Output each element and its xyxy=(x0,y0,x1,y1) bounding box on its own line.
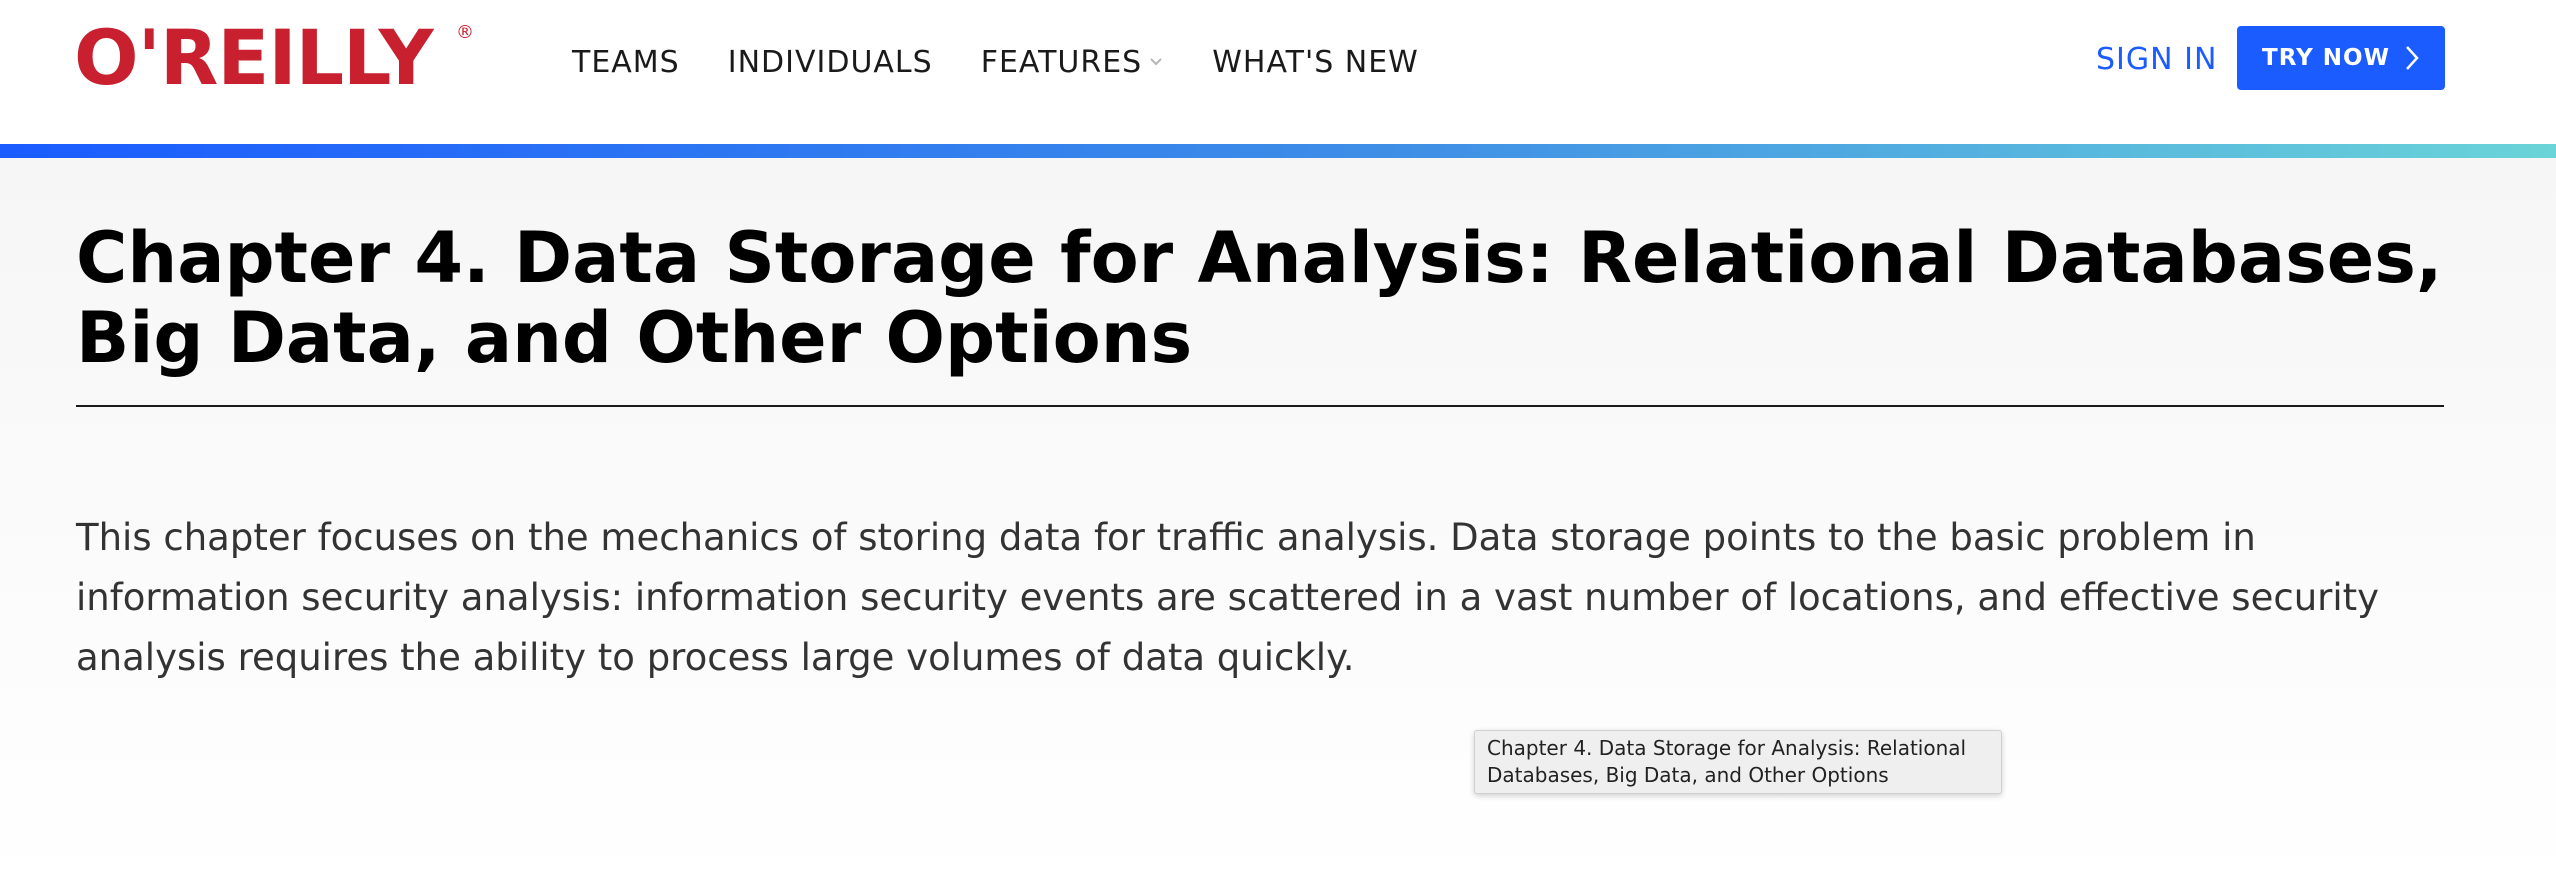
try-now-button[interactable]: TRY NOW xyxy=(2237,26,2445,90)
main-nav: TEAMS INDIVIDUALS FEATURES WHAT'S NEW xyxy=(572,40,1467,84)
title-tooltip: Chapter 4. Data Storage for Analysis: Re… xyxy=(1474,730,2002,794)
nav-item-whats-new[interactable]: WHAT'S NEW xyxy=(1212,45,1419,80)
intro-paragraph: This chapter focuses on the mechanics of… xyxy=(76,516,2380,679)
nav-item-features[interactable]: FEATURES xyxy=(981,45,1165,80)
nav-item-teams[interactable]: TEAMS xyxy=(572,45,680,80)
registered-mark: ® xyxy=(456,22,474,43)
nav-item-individuals[interactable]: INDIVIDUALS xyxy=(728,45,933,80)
site-header: O'REILLY ® TEAMS INDIVIDUALS FEATURES WH… xyxy=(0,0,2556,144)
try-now-label: TRY NOW xyxy=(2262,45,2390,71)
header-accent-bar xyxy=(0,144,2556,158)
nav-item-label: FEATURES xyxy=(980,44,1143,80)
chevron-down-icon xyxy=(1148,54,1164,70)
nav-item-label: WHAT'S NEW xyxy=(1212,44,1419,80)
chapter-title: Chapter 4. Data Storage for Analysis: Re… xyxy=(76,217,2443,379)
nav-item-label: TEAMS xyxy=(572,44,680,80)
oreilly-logo[interactable]: O'REILLY xyxy=(74,14,434,102)
chevron-right-icon xyxy=(2404,45,2420,71)
nav-item-label: INDIVIDUALS xyxy=(727,44,933,80)
title-divider xyxy=(76,405,2444,407)
sign-in-link[interactable]: SIGN IN xyxy=(2096,38,2217,82)
